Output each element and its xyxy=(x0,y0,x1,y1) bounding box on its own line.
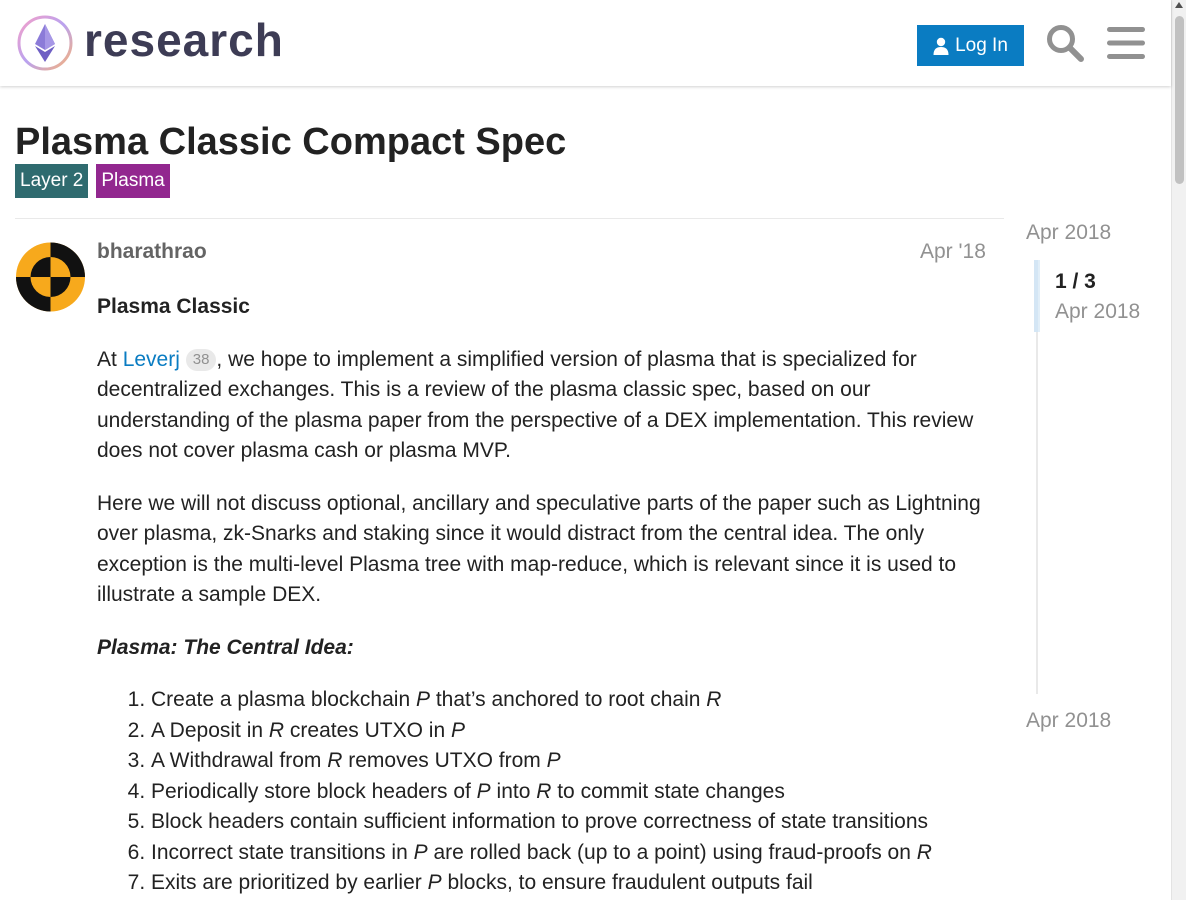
site-logo[interactable]: research xyxy=(16,14,284,72)
scroll-up-arrow[interactable] xyxy=(1175,2,1183,8)
post-username[interactable]: bharathrao xyxy=(97,238,207,266)
user-icon xyxy=(933,37,949,55)
site-name: research xyxy=(84,14,284,66)
central-idea-item: A Deposit in R creates UTXO in P xyxy=(151,716,997,747)
user-avatar-icon xyxy=(16,242,85,312)
timeline-end-date[interactable]: Apr 2018 xyxy=(1026,706,1111,736)
post-body: Plasma Classic At Leverj 38, we hope to … xyxy=(97,292,997,899)
topic-divider xyxy=(15,218,1004,219)
search-button[interactable] xyxy=(1044,21,1086,65)
timeline-handle[interactable] xyxy=(1034,260,1040,332)
post-date[interactable]: Apr '18 xyxy=(920,238,986,266)
topic-tags: Layer 2 Plasma xyxy=(15,164,178,198)
topic-title[interactable]: Plasma Classic Compact Spec xyxy=(15,120,566,164)
search-icon xyxy=(1047,25,1084,62)
hamburger-icon xyxy=(1107,27,1145,59)
scroll-thumb[interactable] xyxy=(1175,16,1184,184)
login-label: Log In xyxy=(955,34,1008,56)
central-idea-list: Create a plasma blockchain P that’s anch… xyxy=(97,685,997,899)
timeline-position: 1 / 3 xyxy=(1055,270,1096,293)
timeline-start-date[interactable]: Apr 2018 xyxy=(1026,218,1111,248)
timeline-current-date: Apr 2018 xyxy=(1055,300,1141,323)
central-idea-item: Periodically store block headers of P in… xyxy=(151,777,997,808)
login-button[interactable]: Log In xyxy=(917,25,1024,66)
leverj-link[interactable]: Leverj xyxy=(123,348,180,371)
central-idea-item: Exits are prioritized by earlier P block… xyxy=(151,868,997,899)
post-heading: Plasma Classic xyxy=(97,295,250,318)
link-click-count-badge: 38 xyxy=(185,348,217,371)
central-idea-item: Incorrect state transitions in P are rol… xyxy=(151,838,997,869)
ethereum-research-logo-icon xyxy=(17,15,73,71)
page-scrollbar[interactable] xyxy=(1171,0,1186,900)
menu-button[interactable] xyxy=(1106,25,1146,61)
site-header: research Log In xyxy=(0,0,1171,86)
tag-layer-2[interactable]: Layer 2 xyxy=(15,164,89,198)
post-paragraph-2: Here we will not discuss optional, ancil… xyxy=(97,491,981,607)
central-idea-heading: Plasma: The Central Idea: xyxy=(97,635,354,659)
central-idea-item: Create a plasma blockchain P that’s anch… xyxy=(151,685,997,716)
avatar[interactable] xyxy=(16,242,85,317)
post-paragraph-1: At Leverj 38, we hope to implement a sim… xyxy=(97,347,974,463)
central-idea-item: Block headers contain sufficient informa… xyxy=(151,807,997,838)
central-idea-item: A Withdrawal from R removes UTXO from P xyxy=(151,746,997,777)
tag-plasma[interactable]: Plasma xyxy=(96,164,170,198)
